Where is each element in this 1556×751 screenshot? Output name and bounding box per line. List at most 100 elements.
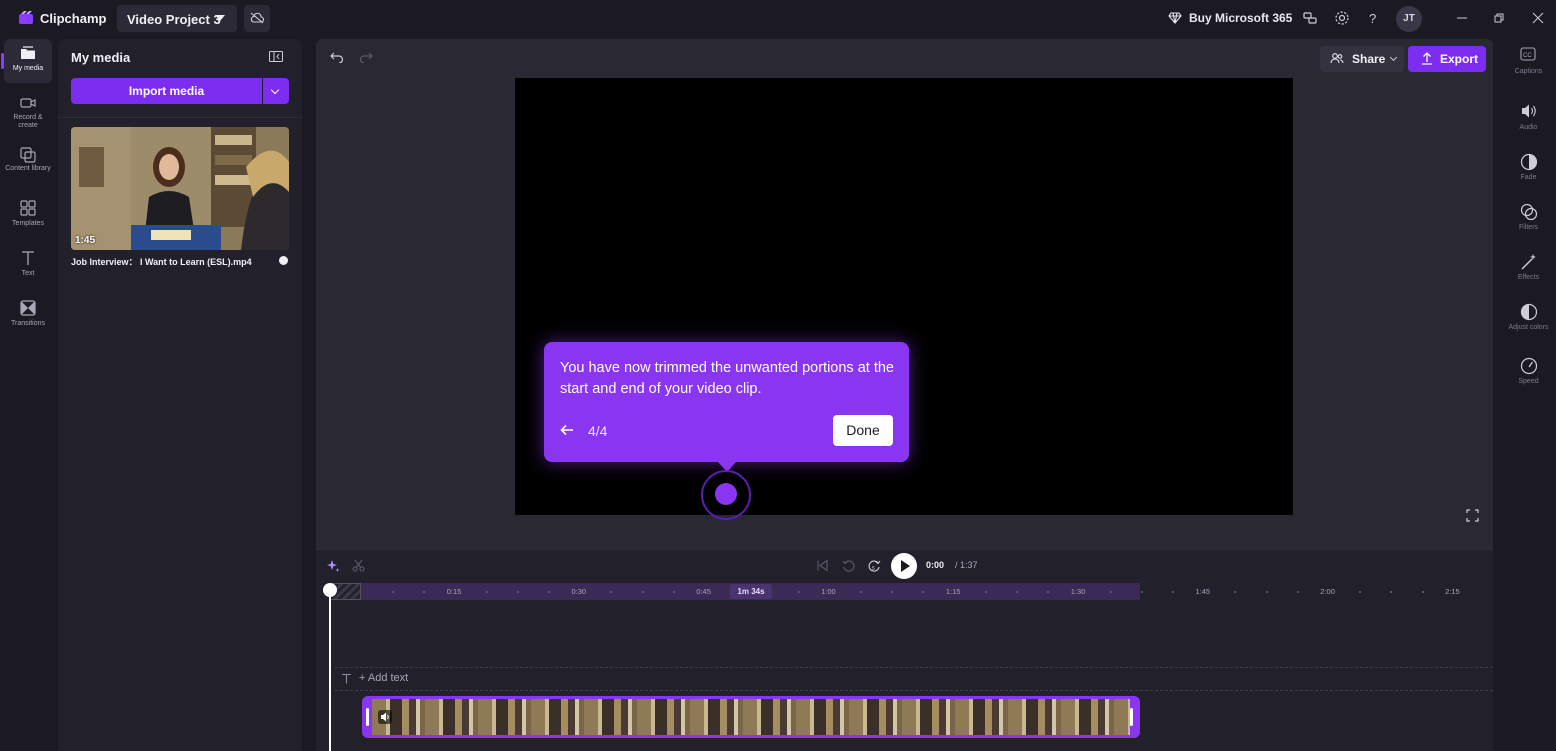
chevron-down-icon [1389, 53, 1398, 62]
total-time: / 1:37 [955, 560, 978, 570]
nav-transitions[interactable]: Transitions [4, 294, 52, 338]
prop-fade[interactable]: Fade [1501, 145, 1556, 189]
templates-icon [20, 200, 36, 216]
svg-text:?: ? [1369, 11, 1376, 26]
nav-content-library[interactable]: Content library [4, 141, 52, 185]
arrow-left-icon[interactable] [560, 424, 574, 436]
ruler-tick-dot [860, 591, 862, 593]
add-text-label: + Add text [359, 672, 409, 684]
timeline: 5 0:00 / 1:37 0:15 0:30 0:45 1:00 1:15 1:30 1:… [316, 549, 1493, 751]
camera-icon [20, 98, 36, 108]
import-options-dropdown[interactable] [263, 78, 289, 104]
playhead-line[interactable] [329, 585, 331, 751]
ruler-tick-label: 1:15 [945, 587, 961, 596]
gear-icon[interactable] [1334, 10, 1350, 26]
forward-5-icon[interactable]: 5 [867, 559, 881, 573]
restore-icon[interactable] [1493, 12, 1505, 24]
clip-length-badge: 1m 34s [730, 584, 772, 599]
redo-icon[interactable] [359, 51, 373, 63]
cloud-sync-button[interactable] [244, 5, 270, 32]
media-clip-card[interactable]: 1:45 Job Interview： I Want to Learn (ESL… [71, 127, 289, 269]
svg-text:5: 5 [872, 566, 875, 572]
text-track[interactable]: + Add text [335, 667, 1493, 691]
ruler-tick-dot [1172, 591, 1174, 593]
ruler-tick-dot [984, 591, 987, 593]
project-name-button[interactable]: Video Project 3 [117, 5, 237, 32]
user-avatar[interactable]: JT [1396, 6, 1422, 32]
prop-effects[interactable]: Effects [1501, 245, 1556, 289]
app-name: Clipchamp [40, 11, 107, 26]
speaker-icon[interactable] [378, 710, 392, 724]
play-button[interactable] [891, 553, 917, 579]
prop-filters[interactable]: Filters [1501, 195, 1556, 239]
rewind-5-icon[interactable] [842, 559, 856, 573]
ruler-tick-dot [392, 591, 394, 593]
nav-label: Templates [12, 220, 44, 227]
export-button[interactable]: Export [1408, 46, 1486, 72]
prop-label: Filters [1518, 224, 1539, 231]
share-button[interactable]: Share [1320, 46, 1404, 72]
skip-back-icon[interactable] [816, 559, 829, 572]
nav-label: Transitions [11, 320, 45, 327]
nav-text[interactable]: Text [4, 244, 52, 288]
prop-adjust-colors[interactable]: Adjust colors [1501, 295, 1556, 339]
tour-tooltip: You have now trimmed the unwanted portio… [544, 342, 909, 472]
trim-handle-right[interactable] [1130, 708, 1133, 726]
left-navigation: My media Record & create Content library… [0, 37, 56, 751]
ruler-tick-dot [672, 591, 675, 593]
prop-captions[interactable]: CC Captions [1501, 39, 1556, 83]
collapse-panel-icon[interactable] [269, 51, 283, 62]
sparkle-icon[interactable] [326, 559, 340, 573]
nav-my-media[interactable]: My media [1, 39, 52, 83]
text-icon [22, 251, 34, 265]
svg-text:CC: CC [1523, 53, 1532, 59]
nav-record-create[interactable]: Record & create [4, 90, 52, 134]
trim-handle-left[interactable] [366, 708, 369, 726]
ruler-tick-label: 0:30 [571, 587, 587, 596]
minimize-icon[interactable] [1456, 12, 1468, 24]
media-panel: My media Import media 1:45 Job Interview… [58, 39, 302, 751]
tour-highlight-dot[interactable] [715, 483, 737, 505]
tour-done-button[interactable]: Done [833, 415, 893, 446]
prop-label: Audio [1519, 124, 1538, 131]
playhead-handle[interactable] [323, 583, 337, 597]
fullscreen-icon[interactable] [1466, 509, 1479, 522]
tour-step-counter: 4/4 [588, 423, 608, 439]
ruler-tick-dot [641, 591, 644, 593]
title-bar: Clipchamp Video Project 3 Buy Microsoft … [0, 0, 1556, 37]
upload-icon [1422, 52, 1432, 65]
speaker-icon [1522, 104, 1536, 118]
nav-label: Text [21, 270, 35, 277]
scissors-icon[interactable] [352, 559, 365, 572]
prop-audio[interactable]: Audio [1501, 95, 1556, 139]
ruler-tick-label: 2:15 [1445, 587, 1460, 596]
prop-label: Effects [1517, 274, 1540, 281]
cloud-off-icon [250, 12, 264, 24]
close-icon[interactable] [1532, 12, 1544, 24]
nav-templates[interactable]: Templates [4, 194, 52, 238]
import-media-button[interactable]: Import media [71, 78, 262, 104]
clip-thumbnail[interactable] [71, 127, 289, 250]
prop-label: Captions [1514, 68, 1543, 75]
ruler-tick-dot [485, 591, 488, 593]
prop-label: Adjust colors [1508, 324, 1549, 331]
ruler-tick-label: 1:00 [821, 587, 836, 596]
media-panel-title: My media [71, 50, 131, 65]
buy-microsoft-365-label: Buy Microsoft 365 [1189, 11, 1293, 25]
ruler-tick-dot [1421, 591, 1424, 593]
contrast-icon [1520, 303, 1538, 321]
connect-icon[interactable] [1302, 10, 1318, 26]
prop-label: Fade [1520, 174, 1537, 181]
prop-speed[interactable]: Speed [1501, 349, 1556, 393]
video-clip-track[interactable] [362, 696, 1140, 738]
undo-icon[interactable] [330, 51, 344, 63]
help-icon[interactable]: ? [1365, 10, 1381, 26]
ruler-tick-label: 1:45 [1195, 587, 1211, 596]
divider [58, 117, 302, 118]
ruler-tick-dot [1140, 591, 1143, 593]
tour-message: You have now trimmed the unwanted portio… [560, 360, 894, 397]
library-icon [20, 147, 36, 163]
ruler-tick-dot [1359, 591, 1362, 593]
clip-duration: 1:45 [75, 235, 96, 246]
ruler-tick-label: 2:00 [1320, 587, 1335, 596]
